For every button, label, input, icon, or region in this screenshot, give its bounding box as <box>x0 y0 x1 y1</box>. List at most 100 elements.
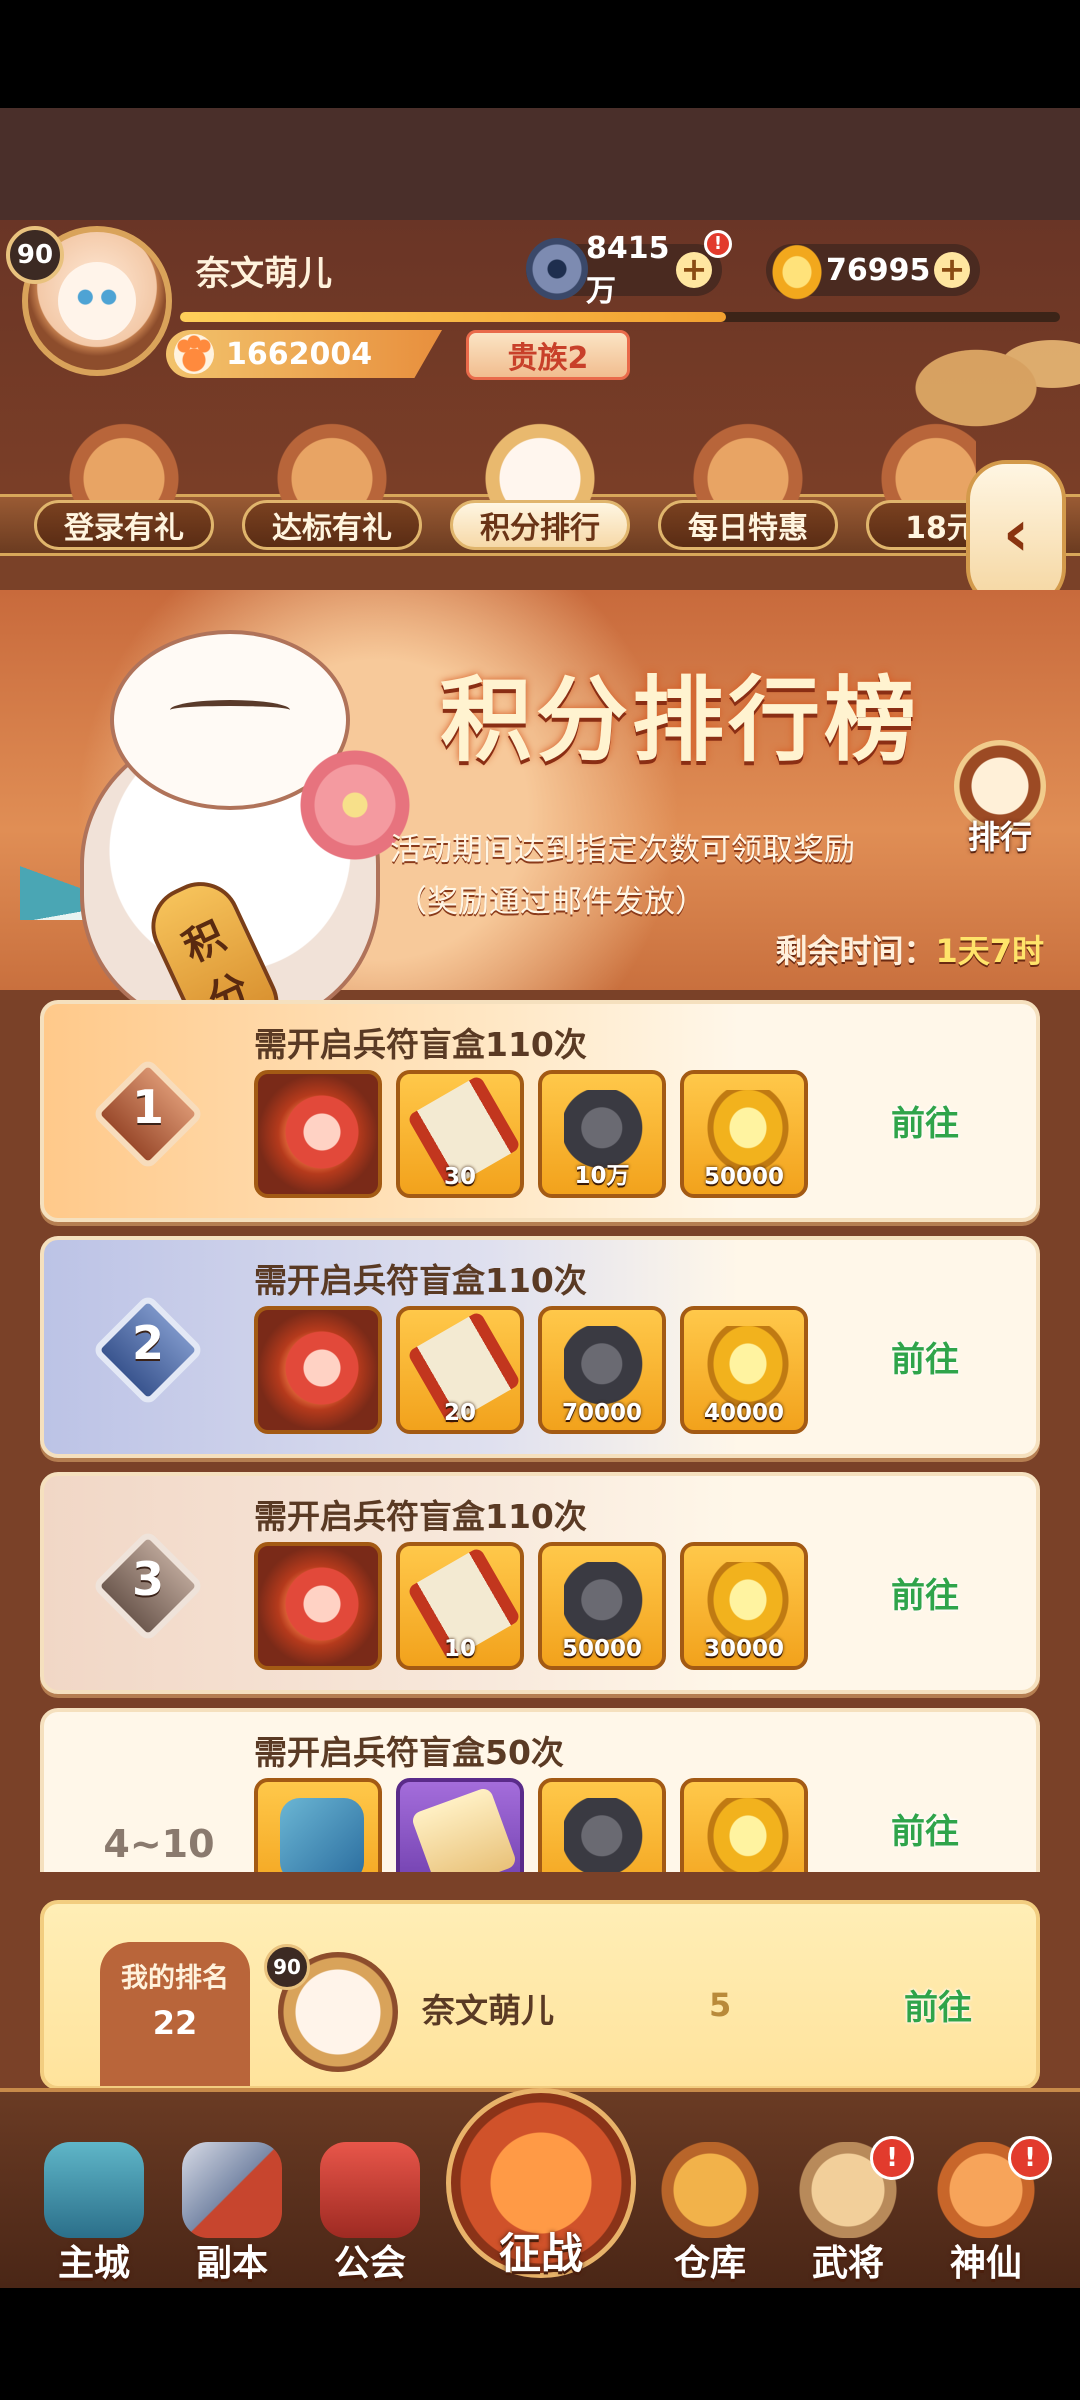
nav-campaign[interactable]: 征战 <box>446 2068 636 2288</box>
remaining-time-value: 1天7时 <box>935 932 1044 970</box>
reward-item[interactable]: 30 <box>396 1070 524 1198</box>
reward-item[interactable] <box>254 1306 382 1434</box>
ore-icon <box>564 1798 648 1872</box>
tab-label: 达标有礼 <box>242 500 422 550</box>
banner-note: （奖励通过邮件发放） <box>396 884 706 920</box>
nav-label: 武将 <box>811 2243 884 2284</box>
gold-ingot-icon <box>706 1798 790 1872</box>
go-button[interactable]: 前往 <box>862 1802 988 1862</box>
paw-icon <box>174 334 214 374</box>
nav-label: 仓库 <box>673 2243 746 2284</box>
reward-item[interactable] <box>396 1778 524 1872</box>
coin-alert-badge: ! <box>704 230 732 258</box>
status-bar <box>0 0 1080 108</box>
tab-points-ranking[interactable]: 积分排行 <box>440 418 640 558</box>
tab-18-yuan[interactable]: 18元特 <box>856 418 976 558</box>
avatar-face <box>58 262 136 340</box>
tab-label: 每日特惠 <box>658 500 838 550</box>
go-button[interactable]: 前往 <box>862 1094 988 1154</box>
reward-item[interactable] <box>680 1778 808 1872</box>
noble-badge[interactable]: 贵族2 <box>466 330 630 380</box>
rank-number: 2 <box>131 1316 164 1370</box>
pink-equipment-icon <box>280 1090 364 1174</box>
reward-item[interactable] <box>538 1778 666 1872</box>
coin-currency[interactable]: 8415万 + ! <box>526 230 732 309</box>
collapse-panel-button[interactable]: ‹ <box>966 460 1066 608</box>
player-name: 奈文萌儿 <box>196 254 332 294</box>
coin-amount: 8415万 <box>586 230 670 309</box>
ingot-currency[interactable]: 76995 + <box>766 238 980 300</box>
my-level-badge: 90 <box>264 1944 310 1990</box>
nav-label: 征战 <box>498 2229 583 2278</box>
reward-item[interactable]: 10万 <box>538 1070 666 1198</box>
rank-medal-icon: 2 <box>91 1293 205 1407</box>
tab-label: 18元特 <box>866 500 976 550</box>
top-band <box>0 108 1080 220</box>
nav-generals[interactable]: 武将 ! <box>778 2136 918 2292</box>
my-go-button[interactable]: 前往 <box>904 1980 972 2029</box>
rank-number: 3 <box>131 1552 164 1606</box>
rank-row: 4~10 需开启兵符盲盒50次 前往 <box>40 1708 1040 1872</box>
system-nav-bar <box>0 2288 1080 2400</box>
leaderboard-button[interactable]: 排行 <box>944 740 1056 860</box>
cat-eyes <box>170 700 290 720</box>
xp-bar-fill <box>180 312 726 322</box>
ore-icon <box>564 1326 648 1410</box>
reward-item[interactable] <box>254 1778 382 1872</box>
gold-ingot-icon <box>766 238 828 300</box>
reward-item[interactable] <box>254 1542 382 1670</box>
nav-label: 神仙 <box>949 2243 1022 2284</box>
reward-item[interactable]: 30000 <box>680 1542 808 1670</box>
nav-guild[interactable]: 公会 <box>300 2142 440 2292</box>
banner-flag-icon <box>320 2142 420 2238</box>
my-rank-tag: 我的排名 22 <box>100 1942 250 2086</box>
remaining-time-label: 剩余时间： <box>775 932 936 970</box>
blue-equipment-icon <box>280 1798 364 1872</box>
row-requirement: 需开启兵符盲盒110次 <box>254 1025 587 1064</box>
rank-medal-icon: 3 <box>91 1529 205 1643</box>
combat-power-value: 1662004 <box>226 336 373 372</box>
my-rank-number: 22 <box>152 2004 198 2042</box>
row-requirement: 需开启兵符盲盒110次 <box>254 1497 587 1536</box>
reward-item[interactable]: 40000 <box>680 1306 808 1434</box>
rank-medal-icon: 1 <box>91 1057 205 1171</box>
banner-description: 活动期间达到指定次数可领取奖励 <box>390 832 855 868</box>
reward-item[interactable] <box>254 1070 382 1198</box>
nav-dungeon[interactable]: 副本 <box>162 2142 302 2292</box>
rank-row: 1 需开启兵符盲盒110次 30 10万 50000 前往 <box>40 1000 1040 1222</box>
reward-item[interactable]: 50000 <box>538 1542 666 1670</box>
tab-milestone-gift[interactable]: 达标有礼 <box>232 418 432 558</box>
row-requirement: 需开启兵符盲盒50次 <box>254 1733 564 1772</box>
nav-label: 主城 <box>57 2243 130 2284</box>
reward-item[interactable]: 50000 <box>680 1070 808 1198</box>
notification-badge: ! <box>870 2136 914 2180</box>
reward-item[interactable]: 10 <box>396 1542 524 1670</box>
remaining-time: 剩余时间：1天7时 <box>775 926 1044 972</box>
nav-label: 副本 <box>195 2243 268 2284</box>
go-button[interactable]: 前往 <box>862 1566 988 1626</box>
tab-label: 登录有礼 <box>34 500 214 550</box>
banner-title: 积分排行榜 <box>440 666 921 774</box>
tab-login-gift[interactable]: 登录有礼 <box>24 418 224 558</box>
my-rank-label: 我的排名 <box>121 1963 229 1994</box>
tab-label: 积分排行 <box>450 500 630 550</box>
gold-ingot-icon <box>706 1562 790 1646</box>
go-button[interactable]: 前往 <box>862 1330 988 1390</box>
ingot-amount: 76995 <box>826 252 931 288</box>
rank-reward-list[interactable]: 1 需开启兵符盲盒110次 30 10万 50000 前往 2 需开启兵符盲盒1… <box>0 1000 1080 1872</box>
sword-icon <box>182 2142 282 2238</box>
reward-item[interactable]: 70000 <box>538 1306 666 1434</box>
gold-ingot-icon <box>706 1326 790 1410</box>
add-coins-button[interactable]: + <box>676 252 712 288</box>
reward-item[interactable]: 20 <box>396 1306 524 1434</box>
tab-daily-deals[interactable]: 每日特惠 <box>648 418 848 558</box>
add-ingots-button[interactable]: + <box>934 252 970 288</box>
nav-warehouse[interactable]: 仓库 <box>640 2142 780 2292</box>
rank-number: 1 <box>131 1080 164 1134</box>
rank-row: 2 需开启兵符盲盒110次 20 70000 40000 前往 <box>40 1236 1040 1458</box>
row-requirement: 需开启兵符盲盒110次 <box>254 1261 587 1300</box>
nav-immortals[interactable]: 神仙 ! <box>916 2136 1056 2292</box>
nav-main-city[interactable]: 主城 <box>24 2142 164 2292</box>
rank-range: 4~10 <box>103 1822 215 1866</box>
my-rank-panel: 我的排名 22 90 奈文萌儿 5 前往 <box>40 1900 1040 2090</box>
